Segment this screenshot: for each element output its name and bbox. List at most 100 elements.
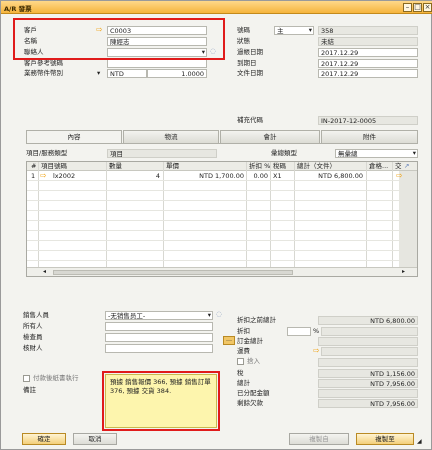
- tab-logistics[interactable]: 物流: [123, 130, 219, 143]
- total-label: 總計: [237, 379, 250, 387]
- col-header-discount[interactable]: 折扣 %: [249, 162, 270, 171]
- title-bar: A/R 發票 – □ ×: [1, 1, 432, 14]
- tab-contents[interactable]: 內容: [26, 130, 122, 143]
- reference-field[interactable]: IN-2017-12-0005: [318, 116, 418, 125]
- row-tax-code[interactable]: X1: [273, 172, 282, 181]
- row-number: 1: [31, 172, 36, 180]
- resize-grip-icon[interactable]: ◢: [417, 437, 422, 446]
- horizontal-scrollbar[interactable]: ◂ ▸: [27, 267, 417, 276]
- col-header-total[interactable]: 總計（文件）: [297, 162, 336, 171]
- summary-type-field[interactable]: 無彙總 ▾: [335, 149, 418, 158]
- freight-label: 運費: [237, 347, 250, 355]
- balance-due-label: 剩餘欠款: [237, 399, 263, 407]
- row-quantity[interactable]: 4: [107, 172, 160, 181]
- currency-field[interactable]: NTD: [107, 69, 147, 78]
- applied-amount-label: 已分配金額: [237, 389, 270, 397]
- currency-label: 業務幣件幣別: [24, 69, 63, 77]
- applied-amount-field: [318, 389, 418, 398]
- window-title: A/R 發票: [4, 5, 32, 13]
- discount-amount-field: [321, 327, 418, 336]
- due-date-label: 到期日: [237, 59, 257, 67]
- copy-from-button[interactable]: 複製自: [289, 433, 349, 445]
- total-before-discount-field: NTD 6,800.00: [318, 316, 418, 325]
- rounding-checkbox[interactable]: [237, 358, 244, 365]
- ok-button[interactable]: 確定: [22, 433, 66, 445]
- document-date-label: 文件日期: [237, 69, 263, 77]
- sales-employee-label: 銷售人員: [23, 311, 49, 319]
- col-header-warehouse[interactable]: 倉格...: [369, 162, 388, 171]
- row-item-code[interactable]: lx2002: [53, 172, 75, 181]
- items-grid[interactable]: # 項目號碼 數量 單價 折扣 % 稅碼 總計（文件） 倉格... 交 ↗ 1 …: [26, 161, 418, 277]
- table-row[interactable]: [27, 192, 399, 201]
- scrollbar-thumb[interactable]: [53, 270, 293, 275]
- scroll-right-icon[interactable]: ▸: [402, 268, 405, 275]
- number-field[interactable]: 358: [318, 26, 418, 35]
- more-options-icon[interactable]: …: [223, 336, 235, 345]
- link-arrow-icon[interactable]: ⇨: [396, 171, 403, 180]
- highlight-box-customer: [13, 18, 225, 60]
- rounding-field: [318, 358, 418, 367]
- maximize-icon[interactable]: □: [413, 3, 422, 12]
- checker-field[interactable]: [105, 333, 213, 342]
- sales-employee-field[interactable]: -无销售员工- ▾: [105, 311, 213, 320]
- table-row[interactable]: 1 ⇨ lx2002 4 NTD 1,700.00 0.00 X1 NTD 6,…: [27, 171, 403, 181]
- close-icon[interactable]: ×: [423, 3, 432, 12]
- col-header-qty[interactable]: 數量: [109, 162, 122, 171]
- link-arrow-icon[interactable]: ⇨: [40, 171, 47, 180]
- row-total[interactable]: NTD 6,800.00: [295, 172, 363, 181]
- table-row[interactable]: [27, 232, 399, 241]
- freight-field[interactable]: [321, 347, 418, 356]
- chevron-down-icon[interactable]: ▾: [208, 312, 211, 319]
- table-row[interactable]: [27, 202, 399, 211]
- row-discount[interactable]: 0.00: [247, 172, 268, 181]
- tab-accounting[interactable]: 會計: [220, 130, 320, 143]
- payment-checkbox[interactable]: [23, 375, 30, 382]
- item-type-field[interactable]: 項目: [107, 149, 217, 158]
- info-circle-icon[interactable]: ◌: [216, 310, 222, 319]
- due-date-field[interactable]: 2017.12.29: [318, 59, 418, 68]
- link-arrow-icon[interactable]: ⇨: [313, 346, 320, 355]
- series-value: 主: [277, 27, 284, 35]
- series-field[interactable]: 主 ▾: [274, 26, 314, 35]
- col-header-price[interactable]: 單價: [166, 162, 179, 171]
- approver-field[interactable]: [105, 344, 213, 353]
- sales-employee-value: -无销售员工-: [108, 312, 146, 320]
- chevron-down-icon[interactable]: ▾: [97, 69, 100, 78]
- downpayment-total-field: [318, 337, 418, 346]
- total-before-discount-label: 折扣之前總計: [237, 316, 276, 324]
- posting-date-label: 過帳日期: [237, 48, 263, 56]
- table-row[interactable]: [27, 182, 399, 191]
- chevron-down-icon[interactable]: ▾: [309, 27, 312, 34]
- owner-field[interactable]: [105, 322, 213, 331]
- customer-ref-field[interactable]: [107, 59, 207, 68]
- exchange-rate-field[interactable]: 1.0000: [147, 69, 207, 78]
- total-field: NTD 7,956.00: [318, 379, 418, 388]
- minimize-icon[interactable]: –: [403, 3, 412, 12]
- checker-label: 檢查員: [23, 333, 43, 341]
- status-field: 未結: [318, 37, 418, 46]
- rounding-label: 捨入: [247, 357, 260, 365]
- expand-icon[interactable]: ↗: [404, 162, 409, 171]
- table-row[interactable]: [27, 242, 399, 251]
- approver-label: 核財人: [23, 344, 43, 352]
- tab-attachments[interactable]: 附件: [321, 130, 418, 143]
- posting-date-field[interactable]: 2017.12.29: [318, 48, 418, 57]
- col-header-no: #: [31, 162, 37, 170]
- row-unit-price[interactable]: NTD 1,700.00: [164, 172, 244, 181]
- col-header-item[interactable]: 項目號碼: [41, 162, 67, 171]
- col-header-extra[interactable]: 交: [395, 162, 402, 171]
- grid-right-gutter: [399, 171, 417, 267]
- copy-to-button[interactable]: 複製至: [356, 433, 414, 445]
- table-row[interactable]: [27, 212, 399, 221]
- table-row[interactable]: [27, 252, 399, 261]
- discount-percent-field[interactable]: [287, 327, 311, 336]
- reference-label: 補充代碼: [237, 116, 263, 124]
- document-date-field[interactable]: 2017.12.29: [318, 69, 418, 78]
- table-row[interactable]: [27, 222, 399, 231]
- col-header-tax[interactable]: 稅碼: [273, 162, 286, 171]
- percent-sign: %: [313, 327, 320, 335]
- chevron-down-icon[interactable]: ▾: [413, 150, 416, 157]
- highlight-box-remarks: [102, 371, 220, 431]
- cancel-button[interactable]: 取消: [73, 433, 117, 445]
- scroll-left-icon[interactable]: ◂: [43, 268, 46, 275]
